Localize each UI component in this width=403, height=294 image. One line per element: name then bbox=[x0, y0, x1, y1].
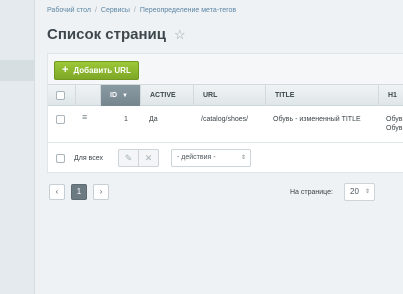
group-actions-bar: Для всех ✎ ✕ - действия - ⇕ bbox=[48, 142, 403, 173]
breadcrumb-item[interactable]: Рабочий стол bbox=[47, 7, 91, 14]
actions-select-value: - действия - bbox=[177, 154, 216, 161]
page-1-button[interactable]: 1 bbox=[71, 184, 87, 200]
per-page-value: 20 bbox=[350, 187, 359, 196]
next-page-button[interactable]: › bbox=[93, 184, 109, 200]
add-url-button[interactable]: + Добавить URL bbox=[54, 61, 139, 80]
add-url-label: Добавить URL bbox=[73, 66, 131, 75]
edit-delete-group: ✎ ✕ bbox=[118, 149, 159, 167]
per-page-label: На странице: bbox=[290, 189, 333, 196]
actions-select[interactable]: - действия - ⇕ bbox=[171, 149, 251, 167]
select-all-checkbox[interactable] bbox=[56, 90, 65, 100]
column-header-active[interactable]: ACTIVE bbox=[140, 85, 193, 106]
breadcrumb-item[interactable]: Сервисы bbox=[101, 7, 130, 14]
sidebar-active-item[interactable] bbox=[0, 60, 35, 81]
apply-to-all-checkbox[interactable] bbox=[56, 154, 65, 163]
table-header: ID ▼ ACTIVE URL TITLE H1 bbox=[48, 84, 403, 106]
select-arrows-icon: ⇕ bbox=[240, 155, 246, 161]
row-id: 1 bbox=[124, 116, 128, 123]
column-header-id[interactable]: ID ▼ bbox=[100, 85, 140, 106]
column-header-title[interactable]: TITLE bbox=[265, 85, 378, 106]
select-arrows-icon: ⇕ bbox=[364, 189, 370, 195]
sort-desc-icon: ▼ bbox=[121, 93, 128, 99]
delete-x-icon[interactable]: ✕ bbox=[139, 150, 158, 166]
breadcrumb-separator: / bbox=[133, 7, 136, 14]
edit-pencil-icon[interactable]: ✎ bbox=[119, 150, 139, 166]
breadcrumb: Рабочий стол / Сервисы / Переопределение мет… bbox=[47, 7, 236, 14]
column-id-label: ID bbox=[110, 92, 117, 99]
breadcrumb-item[interactable]: Переопределение мета-тегов bbox=[140, 7, 236, 14]
row-url: /catalog/shoes/ bbox=[201, 116, 249, 123]
column-header-url[interactable]: URL bbox=[193, 85, 265, 106]
breadcrumb-separator: / bbox=[94, 7, 97, 14]
list-panel: + Добавить URL ID ▼ ACTIVE URL TITLE H1 … bbox=[47, 53, 403, 173]
row-checkbox[interactable] bbox=[56, 115, 65, 124]
toolbar: + Добавить URL bbox=[48, 54, 403, 84]
row-menu-icon[interactable]: ≡ bbox=[82, 113, 87, 122]
page-title: Список страниц bbox=[47, 26, 166, 43]
favorite-star-icon[interactable]: ☆ bbox=[174, 27, 186, 43]
settings-column-cell bbox=[75, 85, 100, 106]
plus-icon: + bbox=[62, 64, 69, 76]
row-title: Обувь - измененный TITLE bbox=[273, 116, 361, 123]
per-page-select[interactable]: 20 ⇕ bbox=[344, 183, 375, 201]
prev-page-button[interactable]: ‹ bbox=[49, 184, 65, 200]
row-h1: Обув Обув bbox=[386, 116, 403, 132]
row-active: Да bbox=[149, 116, 158, 123]
apply-to-all-label: Для всех bbox=[74, 155, 103, 162]
column-header-h1[interactable]: H1 bbox=[378, 85, 403, 106]
select-all-checkbox-cell bbox=[48, 85, 75, 106]
left-sidebar bbox=[0, 0, 35, 294]
table-row[interactable]: ≡ 1 Да /catalog/shoes/ Обувь - измененны… bbox=[48, 107, 403, 138]
